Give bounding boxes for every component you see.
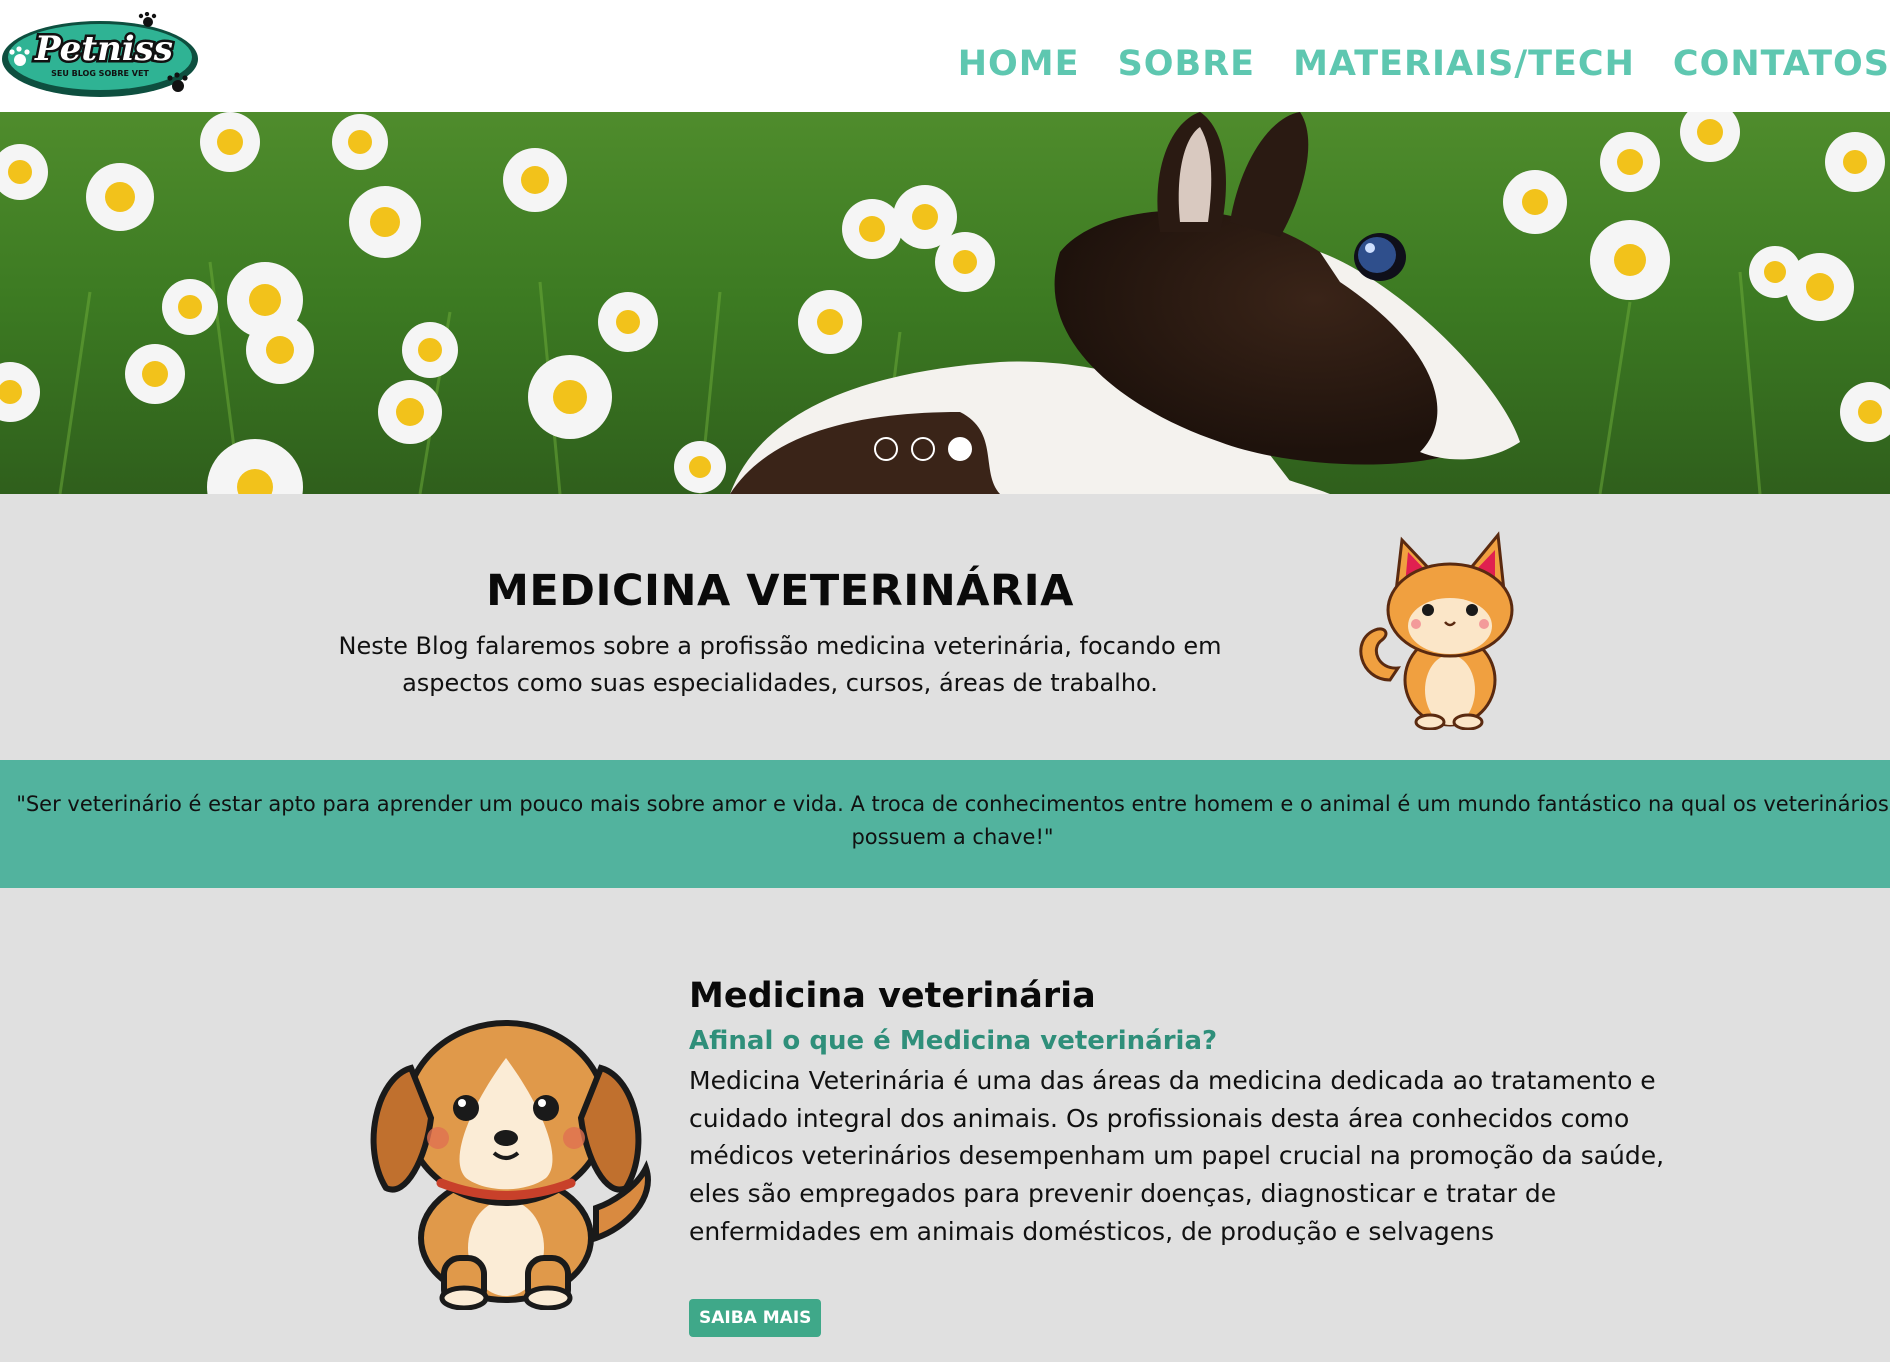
cat-illustration xyxy=(1359,531,1514,730)
site-header: Petniss SEU BLOG SOBRE VET HOME SOBRE MA… xyxy=(0,0,1890,112)
saiba-mais-button[interactable]: SAIBA MAIS xyxy=(689,1299,822,1337)
carousel-indicators xyxy=(874,437,972,461)
svg-text:Petniss: Petniss xyxy=(34,29,173,69)
intro-title: MEDICINA VETERINÁRIA xyxy=(486,566,1074,616)
dog-illustration xyxy=(370,1020,651,1310)
main-nav: HOME SOBRE MATERIAIS/TECH CONTATOS xyxy=(958,44,1890,84)
article-section: Medicina veterinária Afinal o que é Medi… xyxy=(0,888,1890,1362)
carousel-dot-3[interactable] xyxy=(948,437,972,461)
petniss-logo[interactable]: Petniss SEU BLOG SOBRE VET xyxy=(0,12,200,102)
intro-section: MEDICINA VETERINÁRIA Neste Blog falaremo… xyxy=(0,494,1890,760)
intro-text: Neste Blog falaremos sobre a profissão m… xyxy=(338,632,1222,697)
quote-text: "Ser veterinário é estar apto para apren… xyxy=(16,792,1889,849)
nav-materiais-tech[interactable]: MATERIAIS/TECH xyxy=(1293,44,1635,84)
nav-home[interactable]: HOME xyxy=(958,44,1080,84)
article-title: Medicina veterinária xyxy=(689,976,1096,1016)
carousel-dot-2[interactable] xyxy=(911,437,935,461)
nav-sobre[interactable]: SOBRE xyxy=(1118,44,1256,84)
carousel-dot-1[interactable] xyxy=(874,437,898,461)
quote-banner: "Ser veterinário é estar apto para apren… xyxy=(0,760,1890,888)
svg-text:SEU BLOG SOBRE VET: SEU BLOG SOBRE VET xyxy=(51,69,149,78)
hero-carousel xyxy=(0,112,1890,494)
article-body: Medicina Veterinária é uma das áreas da … xyxy=(689,1066,1665,1246)
nav-contatos[interactable]: CONTATOS xyxy=(1673,44,1890,84)
article-subtitle: Afinal o que é Medicina veterinária? xyxy=(689,1026,1218,1056)
